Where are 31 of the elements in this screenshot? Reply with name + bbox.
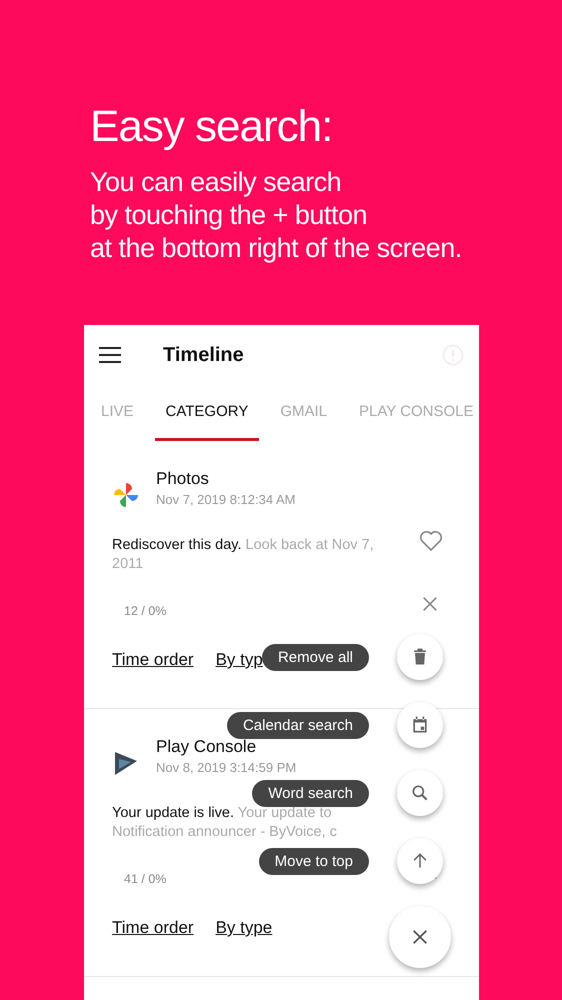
close-icon (411, 928, 429, 946)
action-tooltip: Remove all (262, 644, 369, 670)
action-button[interactable] (397, 634, 443, 680)
app-name: Play Console (156, 737, 258, 757)
subtitle-line: at the bottom right of the screen. (90, 232, 463, 265)
timestamp: Nov 7, 2019 8:12:34 AM (156, 492, 296, 507)
app-title: Timeline (163, 344, 245, 366)
sort-link[interactable]: By typ (216, 650, 263, 670)
action-button[interactable] (397, 702, 443, 748)
action-tooltip: Word search (252, 780, 369, 806)
action-tooltip: Calendar search (226, 712, 369, 738)
app-name: Photos (156, 469, 210, 489)
tab[interactable]: CATEGORY (154, 385, 260, 441)
menu-icon[interactable] (99, 347, 121, 363)
headline: Easy search: (90, 101, 334, 153)
count-text: 41 / 0% (123, 872, 166, 886)
close-icon[interactable] (421, 595, 439, 613)
notification-text: Your update is live. Your update to Notification announcer - ByVoice, c (112, 804, 338, 842)
action-button[interactable] (397, 770, 443, 816)
action-tooltip: Move to top (258, 848, 369, 874)
sort-link[interactable]: By type (216, 918, 272, 938)
count-text: 12 / 0% (123, 604, 166, 618)
sort-link[interactable]: Time order (112, 918, 194, 938)
subtitle-line: You can easily search (90, 166, 342, 199)
subtitle-line: by touching the + button (90, 199, 368, 232)
heart-icon[interactable] (419, 530, 443, 552)
timestamp: Nov 8, 2019 3:14:59 PM (156, 760, 296, 775)
pinwheel-icon (112, 481, 140, 509)
sort-link[interactable]: Time order (112, 650, 194, 670)
notification-text: Rediscover this day. Look back at Nov 7, 2011 (112, 536, 375, 574)
search-icon (410, 783, 430, 803)
